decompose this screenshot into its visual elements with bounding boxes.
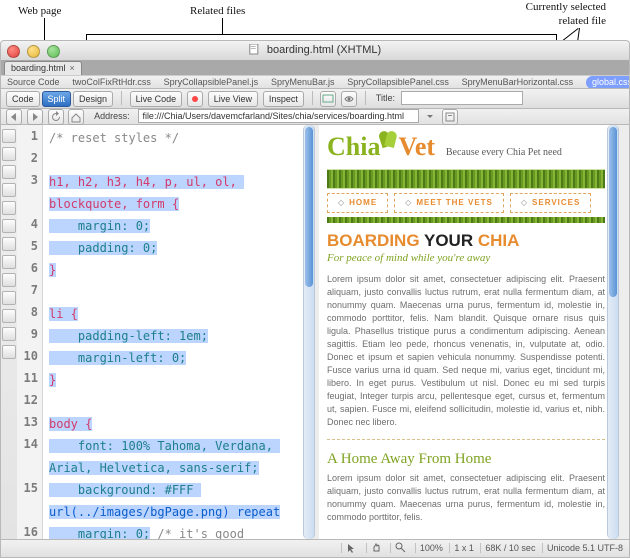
view-code-button[interactable]: Code xyxy=(6,91,40,107)
code-tool-icon[interactable] xyxy=(2,273,16,287)
home-icon[interactable] xyxy=(68,109,84,125)
annotation-selected-1: Currently selected xyxy=(526,0,606,14)
annotation-web-page: Web page xyxy=(18,4,61,18)
code-editor[interactable]: /* reset styles */ h1, h2, h3, h4, p, ul… xyxy=(43,125,311,539)
scrollbar-thumb[interactable] xyxy=(609,127,617,297)
forward-icon[interactable] xyxy=(27,109,43,125)
status-dimensions[interactable]: 1 x 1 xyxy=(449,543,474,553)
site-logo: ChiaVet xyxy=(327,132,435,161)
related-file-2[interactable]: SpryCollapsiblePanel.js xyxy=(164,76,259,89)
workspace: 123 4567891011121314 15 16 /* reset styl… xyxy=(0,125,630,540)
address-field[interactable]: file:///Chia/Users/davemcfarland/Sites/c… xyxy=(138,109,419,123)
zoom-icon[interactable] xyxy=(47,45,60,58)
hedge-decoration xyxy=(327,169,605,189)
leader-related-v xyxy=(222,18,223,34)
related-file-4[interactable]: SpryCollapsiblePanel.css xyxy=(347,76,449,89)
site-tagline: Because every Chia Pet need xyxy=(446,147,562,158)
live-view-button[interactable]: Live View xyxy=(208,91,258,107)
refresh-icon[interactable] xyxy=(48,109,64,125)
annotation-related-files: Related files xyxy=(190,4,245,18)
live-code-button[interactable]: Live Code xyxy=(130,91,183,107)
preview-h1: BOARDING YOUR CHIA xyxy=(319,223,613,251)
code-tool-icon[interactable] xyxy=(2,147,16,161)
separator xyxy=(312,91,313,105)
multiscreen-icon[interactable] xyxy=(320,91,336,107)
scrollbar-thumb[interactable] xyxy=(305,127,313,287)
minimize-icon[interactable] xyxy=(27,45,40,58)
code-tool-icon[interactable] xyxy=(2,201,16,215)
status-pointer[interactable] xyxy=(341,543,359,553)
live-code-indicator-icon[interactable] xyxy=(187,91,203,107)
address-toolbar: Address: file:///Chia/Users/davemcfarlan… xyxy=(0,109,630,125)
code-tool-icon[interactable] xyxy=(2,165,16,179)
line-number-gutter: 123 4567891011121314 15 16 xyxy=(17,125,43,539)
file-tab-strip: boarding.html × xyxy=(0,60,630,75)
leader-related-h xyxy=(86,34,556,35)
address-dropdown-icon[interactable] xyxy=(423,109,437,123)
preview-header: ChiaVet Because every Chia Pet need xyxy=(319,125,613,165)
preview-scrollbar[interactable] xyxy=(607,125,619,539)
status-zoom[interactable]: 100% xyxy=(415,543,443,553)
related-file-1[interactable]: twoColFixRtHdr.css xyxy=(72,76,151,89)
view-split-button[interactable]: Split xyxy=(42,91,72,107)
code-toolbar-column xyxy=(1,125,18,539)
preview-h2: A Home Away From Home xyxy=(319,446,613,468)
close-tab-icon[interactable]: × xyxy=(70,63,75,73)
code-tool-icon[interactable] xyxy=(2,309,16,323)
annotation-selected-2: related file xyxy=(559,14,606,28)
nav-item-services[interactable]: ◇SERVICES xyxy=(510,193,591,213)
separator xyxy=(365,91,366,105)
divider xyxy=(327,439,605,440)
code-tool-icon[interactable] xyxy=(2,327,16,341)
code-tool-icon[interactable] xyxy=(2,129,16,143)
code-tool-icon[interactable] xyxy=(2,255,16,269)
traffic-lights xyxy=(7,45,64,61)
code-tool-icon[interactable] xyxy=(2,219,16,233)
preview-paragraph: Lorem ipsum dolor sit amet, consectetuer… xyxy=(319,269,613,433)
code-tool-icon[interactable] xyxy=(2,291,16,305)
preview-subtitle: For peace of mind while you're away xyxy=(319,251,613,269)
code-tool-icon[interactable] xyxy=(2,345,16,359)
status-encoding[interactable]: Unicode 5.1 UTF-8 xyxy=(542,543,623,553)
file-manage-icon[interactable] xyxy=(442,109,458,125)
back-icon[interactable] xyxy=(6,109,22,125)
view-design-button[interactable]: Design xyxy=(73,91,113,107)
status-hand[interactable] xyxy=(366,543,384,553)
nav-item-vets[interactable]: ◇MEET THE VETS xyxy=(394,193,504,213)
title-label: Title: xyxy=(376,89,395,107)
inspect-button[interactable]: Inspect xyxy=(263,91,304,107)
related-file-source[interactable]: Source Code xyxy=(7,76,60,89)
window-titlebar: boarding.html (XHTML) xyxy=(0,40,630,60)
preview-paragraph: Lorem ipsum dolor sit amet, consectetuer… xyxy=(319,468,613,528)
code-tool-icon[interactable] xyxy=(2,183,16,197)
tab-boarding[interactable]: boarding.html × xyxy=(4,61,82,76)
code-tool-icon[interactable] xyxy=(2,237,16,251)
address-label: Address: xyxy=(94,109,130,124)
document-toolbar: CodeSplitDesign Live Code Live View Insp… xyxy=(0,89,630,109)
status-zoom-tool[interactable] xyxy=(390,543,408,553)
related-files-bar: Source Code twoColFixRtHdr.css SpryColla… xyxy=(0,75,630,89)
related-file-3[interactable]: SpryMenuBar.js xyxy=(271,76,335,89)
live-preview-pane: ChiaVet Because every Chia Pet need ◇HOM… xyxy=(319,125,613,539)
related-file-5[interactable]: SpryMenuBarHorizontal.css xyxy=(462,76,574,89)
code-scrollbar[interactable] xyxy=(303,125,315,539)
close-icon[interactable] xyxy=(7,45,20,58)
status-size: 68K / 10 sec xyxy=(480,543,535,553)
visual-aids-icon[interactable] xyxy=(341,91,357,107)
related-file-selected[interactable]: global.css xyxy=(586,76,630,89)
separator xyxy=(121,91,122,105)
window-title: boarding.html (XHTML) xyxy=(249,44,381,56)
status-bar: 100% 1 x 1 68K / 10 sec Unicode 5.1 UTF-… xyxy=(0,540,630,558)
leaf-icon xyxy=(378,131,398,149)
nav-item-home[interactable]: ◇HOME xyxy=(327,193,388,213)
preview-nav: ◇HOME ◇MEET THE VETS ◇SERVICES xyxy=(319,189,613,217)
document-icon xyxy=(249,44,260,55)
tab-label: boarding.html xyxy=(11,63,66,73)
title-input[interactable] xyxy=(401,91,523,105)
